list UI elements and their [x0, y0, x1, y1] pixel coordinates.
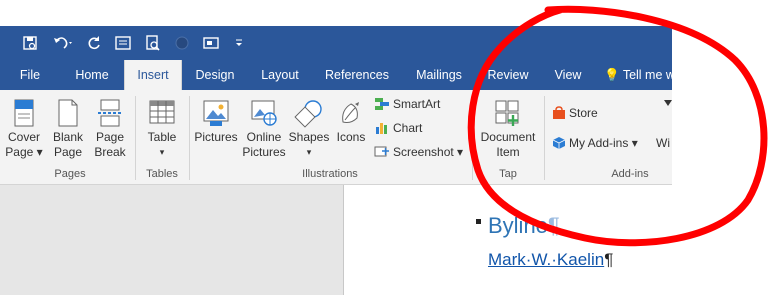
- tell-me-label: Tell me w: [622, 68, 672, 82]
- my-addins-button[interactable]: My Add-ins ▾: [552, 136, 638, 150]
- shapes-icon: [294, 100, 322, 128]
- lightbulb-icon: 💡: [604, 68, 620, 82]
- store-button[interactable]: Store: [552, 106, 598, 120]
- byline-pilcrow: ¶: [547, 213, 560, 238]
- ribbon-tabs: File Home Insert Design Layout Reference…: [0, 60, 672, 90]
- screen-icon[interactable]: [198, 26, 224, 60]
- tab-review[interactable]: Review: [482, 60, 534, 90]
- icons-icon: [342, 102, 359, 123]
- online-pictures-label-2: Pictures: [242, 145, 286, 159]
- bullet-marker: [476, 219, 481, 224]
- illustrations-group-label: Illustrations: [302, 168, 358, 180]
- table-label: Table: [147, 130, 177, 144]
- customize-icon[interactable]: [230, 26, 248, 60]
- chart-label: Chart: [393, 121, 423, 135]
- ribbon-insert: Cover Page ▾ Blank Page Page Break Pages…: [0, 90, 672, 185]
- undo-icon[interactable]: [48, 26, 78, 60]
- tab-references[interactable]: References: [320, 60, 394, 90]
- group-divider: [135, 96, 136, 180]
- document-margin-area: [0, 185, 344, 295]
- page-break-label-1: Page: [95, 130, 125, 144]
- smartart-button[interactable]: SmartArt: [374, 97, 440, 111]
- quick-access-toolbar: [0, 26, 672, 60]
- word-window: File Home Insert Design Layout Reference…: [0, 0, 672, 295]
- icons-label: Icons: [336, 130, 366, 144]
- document-item-label-2: Item: [496, 145, 520, 159]
- page-break-label-2: Break: [94, 145, 126, 159]
- online-pictures-icon: [251, 100, 277, 126]
- online-pictures-button[interactable]: Online Pictures: [242, 98, 286, 160]
- tap-group-label: Tap: [499, 168, 517, 180]
- screenshot-label: Screenshot ▾: [393, 145, 464, 159]
- shapes-dropdown-arrow: ▾: [306, 147, 312, 157]
- shapes-label: Shapes: [288, 130, 330, 144]
- document-item-icon: [495, 100, 519, 126]
- tab-view[interactable]: View: [548, 60, 588, 90]
- wikipedia-button[interactable]: Wi: [656, 136, 670, 150]
- my-addins-icon: [552, 137, 566, 149]
- cover-page-label-2: Page ▾: [5, 145, 43, 159]
- byline-heading[interactable]: Byline¶: [488, 213, 560, 239]
- pages-group-label: Pages: [54, 168, 86, 180]
- save-icon[interactable]: [18, 26, 42, 60]
- store-icon: [553, 106, 565, 119]
- page-break-button[interactable]: Page Break: [90, 98, 130, 160]
- document-item-button[interactable]: Document Item: [476, 98, 540, 160]
- tab-file[interactable]: File: [10, 60, 50, 90]
- table-button[interactable]: Table ▾: [140, 98, 184, 160]
- table-dropdown-arrow: ▾: [159, 147, 165, 157]
- tab-layout[interactable]: Layout: [252, 60, 308, 90]
- shapes-button[interactable]: Shapes ▾: [288, 98, 330, 160]
- cover-page-button[interactable]: Cover Page ▾: [4, 98, 44, 160]
- screenshot-button[interactable]: Screenshot ▾: [374, 145, 463, 159]
- tell-me-search[interactable]: 💡 Tell me w: [604, 60, 672, 90]
- smartart-label: SmartArt: [393, 97, 441, 111]
- online-pictures-label-1: Online: [246, 130, 282, 144]
- screenshot-icon: [374, 146, 389, 157]
- group-divider: [189, 96, 190, 180]
- cover-page-icon: [14, 99, 34, 127]
- wikipedia-label: Wi: [656, 136, 670, 150]
- pictures-icon: [203, 100, 229, 126]
- circle-icon[interactable]: [170, 26, 194, 60]
- page-break-icon: [98, 99, 122, 127]
- document-item-label-1: Document: [480, 130, 536, 144]
- pictures-button[interactable]: Pictures: [192, 98, 240, 145]
- redo-icon[interactable]: [82, 26, 106, 60]
- tab-design[interactable]: Design: [188, 60, 242, 90]
- blank-page-button[interactable]: Blank Page: [48, 98, 88, 160]
- blank-page-icon: [58, 99, 78, 127]
- byline-text: Byline: [488, 213, 548, 238]
- chart-icon: [376, 123, 387, 134]
- ribbon-overflow-arrow-icon[interactable]: [664, 100, 672, 106]
- smartart-icon: [375, 98, 389, 110]
- group-divider: [544, 96, 545, 180]
- tab-insert[interactable]: Insert: [124, 60, 182, 90]
- tab-home[interactable]: Home: [66, 60, 118, 90]
- tab-mailings[interactable]: Mailings: [408, 60, 470, 90]
- author-link[interactable]: Mark·W.·Kaelin: [488, 250, 604, 269]
- blank-page-label-2: Page: [53, 145, 83, 159]
- store-label: Store: [569, 106, 598, 120]
- print-preview-icon[interactable]: [140, 26, 166, 60]
- tables-group-label: Tables: [146, 168, 178, 180]
- group-divider: [472, 96, 473, 180]
- addins-group-label: Add-ins: [611, 168, 649, 180]
- pictures-label: Pictures: [194, 130, 238, 144]
- blank-page-label-1: Blank: [52, 130, 84, 144]
- print-layout-icon[interactable]: [110, 26, 136, 60]
- cover-page-label-1: Cover: [7, 130, 40, 144]
- my-addins-label: My Add-ins ▾: [569, 136, 638, 150]
- chart-button[interactable]: Chart: [374, 121, 422, 135]
- icons-button[interactable]: Icons: [332, 98, 370, 145]
- author-pilcrow: ¶: [604, 250, 614, 269]
- table-icon: [149, 100, 175, 124]
- author-name[interactable]: Mark·W.·Kaelin¶: [488, 250, 613, 270]
- document-page[interactable]: Byline¶ Mark·W.·Kaelin¶: [344, 185, 672, 295]
